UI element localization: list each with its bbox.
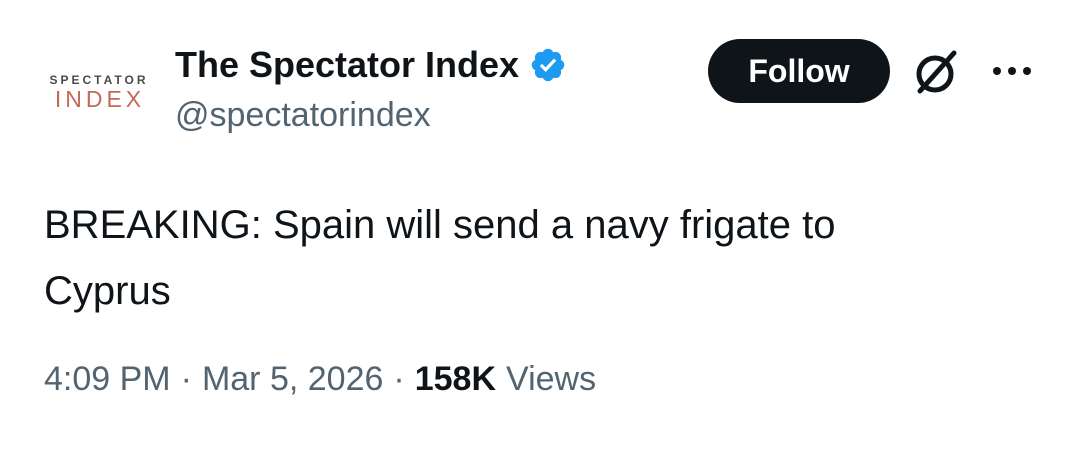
more-options-icon[interactable] xyxy=(990,58,1034,84)
tweet-meta: 4:09 PM · Mar 5, 2026 · 158K Views xyxy=(44,354,596,404)
tweet-text: BREAKING: Spain will send a navy frigate… xyxy=(44,192,1044,324)
author-name-row: The Spectator Index xyxy=(175,40,567,90)
follow-button[interactable]: Follow xyxy=(708,39,890,103)
tweet-date[interactable]: Mar 5, 2026 xyxy=(202,360,383,399)
avatar-logo-top-text: SPECTATOR xyxy=(49,73,149,87)
avatar-logo-bottom-text: INDEX xyxy=(54,86,146,112)
views-count: 158K xyxy=(414,359,497,398)
tweet-text-line-2: Cyprus xyxy=(44,269,171,313)
author-handle[interactable]: @spectatorindex xyxy=(175,96,431,135)
verified-badge-icon[interactable] xyxy=(529,46,567,84)
tweet-text-line-1: BREAKING: Spain will send a navy frigate… xyxy=(44,203,836,247)
meta-separator: · xyxy=(393,359,405,398)
avatar[interactable]: SPECTATOR INDEX xyxy=(30,38,166,146)
tweet-time[interactable]: 4:09 PM xyxy=(44,360,171,399)
meta-separator: · xyxy=(180,359,192,398)
views-label: Views xyxy=(506,359,597,398)
grok-icon[interactable] xyxy=(910,45,964,99)
author-display-name[interactable]: The Spectator Index xyxy=(175,44,519,86)
